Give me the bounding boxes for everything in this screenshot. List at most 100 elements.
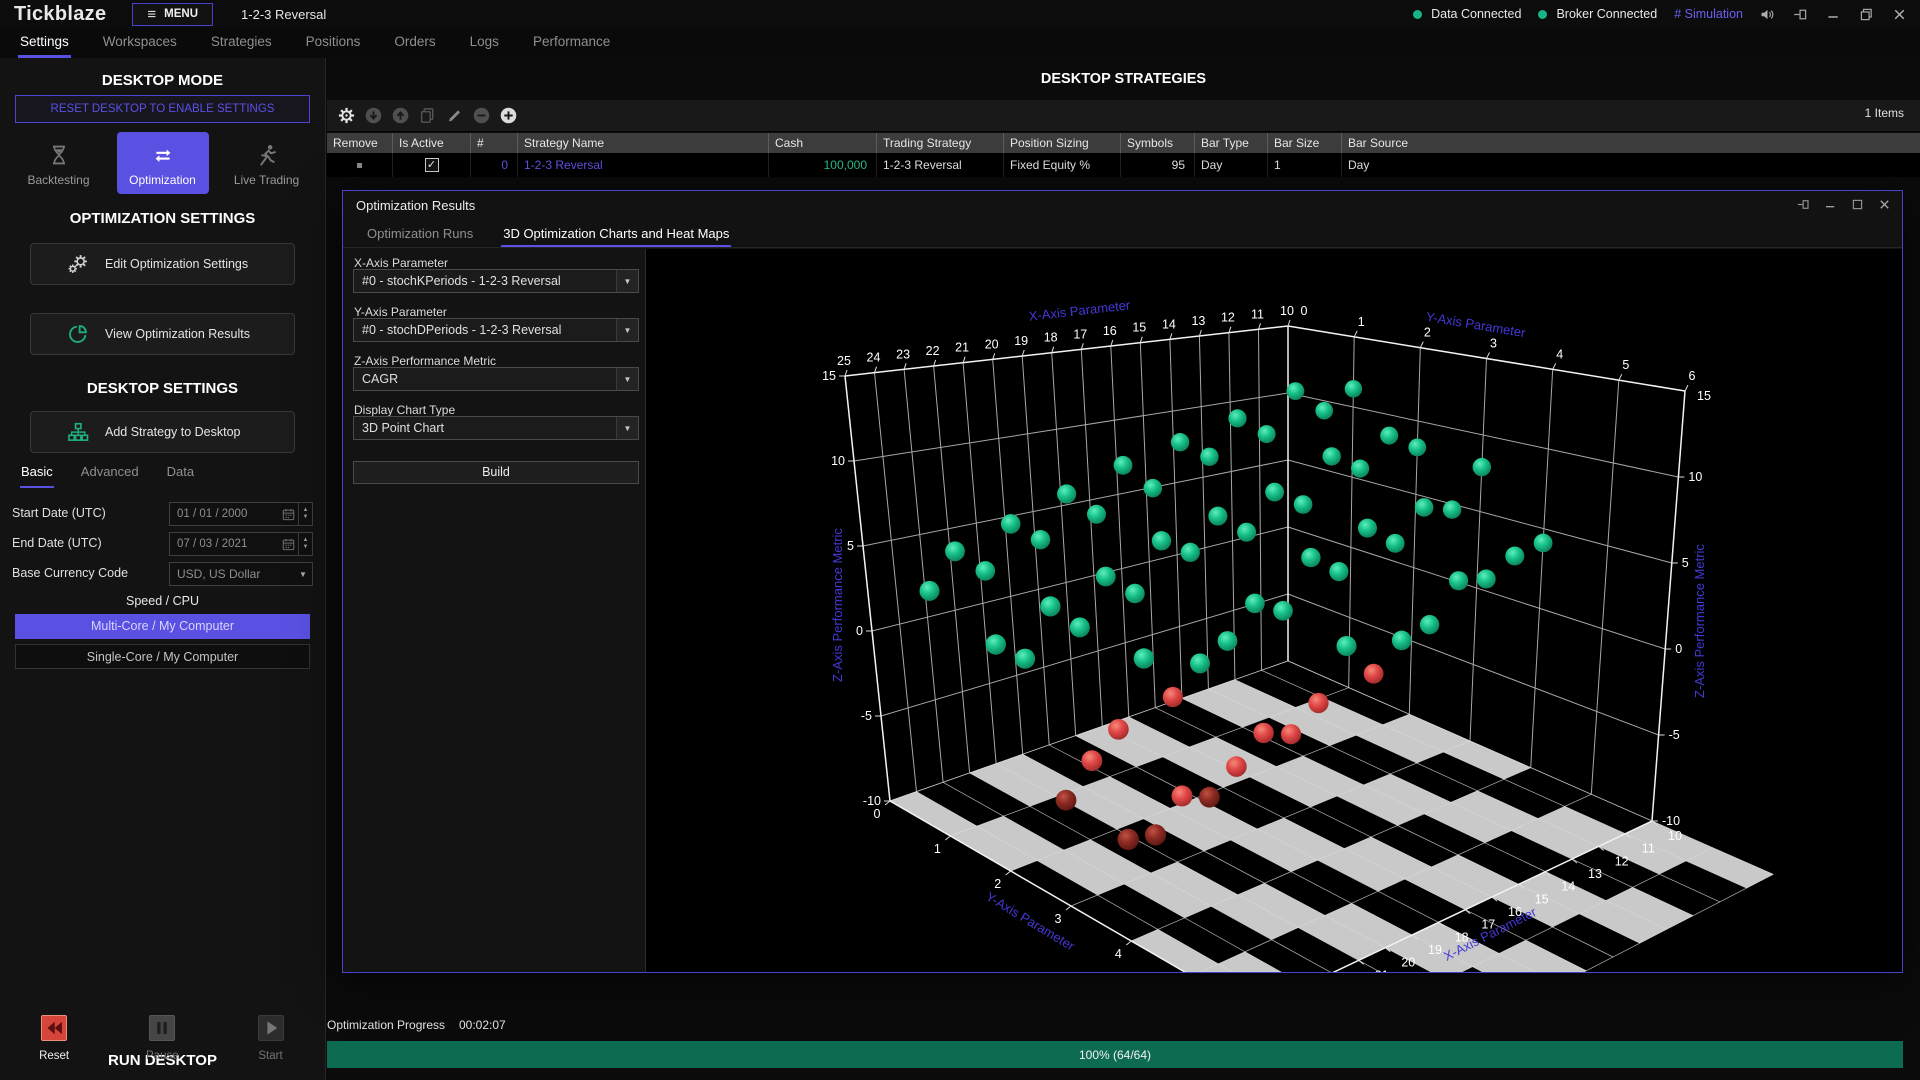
gear-icon[interactable] bbox=[337, 106, 356, 125]
close-button[interactable] bbox=[1891, 6, 1908, 23]
cell-cash: 100,000 bbox=[768, 153, 876, 177]
cell-bar-size: 1 bbox=[1267, 153, 1341, 177]
simulation-badge: # Simulation bbox=[1674, 7, 1743, 21]
svg-text:11: 11 bbox=[1642, 842, 1655, 856]
build-button[interactable]: Build bbox=[353, 461, 639, 484]
svg-text:10: 10 bbox=[1688, 470, 1702, 484]
run-control-pause[interactable]: Pause bbox=[108, 1015, 216, 1062]
dropdown-display-chart-type[interactable]: 3D Point Chart▼ bbox=[353, 416, 639, 440]
mode-live-trading[interactable]: Live Trading bbox=[221, 132, 313, 194]
spinner-control[interactable]: ▲▼ bbox=[298, 533, 312, 555]
nav-tab-orders[interactable]: Orders bbox=[392, 28, 437, 58]
column-header-bar-size[interactable]: Bar Size bbox=[1267, 133, 1341, 153]
dropdown-x-axis-parameter[interactable]: #0 - stochKPeriods - 1-2-3 Reversal▼ bbox=[353, 269, 639, 293]
date-input[interactable]: 01 / 01 / 2000▲▼ bbox=[169, 502, 313, 526]
currency-select[interactable]: USD, US Dollar▼ bbox=[169, 562, 313, 586]
svg-text:3: 3 bbox=[1490, 337, 1497, 351]
speed-option-multi-core[interactable]: Multi-Core / My Computer bbox=[15, 614, 310, 639]
settings-tab-basic[interactable]: Basic bbox=[20, 464, 54, 488]
svg-text:15: 15 bbox=[1132, 321, 1146, 335]
3d-scatter-chart[interactable]: 1011121314151617181920212223242501234561… bbox=[646, 249, 1902, 972]
calendar-icon[interactable] bbox=[281, 537, 296, 552]
column-header-strategy-name[interactable]: Strategy Name bbox=[517, 133, 768, 153]
column-header-trading-strategy[interactable]: Trading Strategy bbox=[876, 133, 1003, 153]
remove-circle-icon[interactable] bbox=[472, 106, 491, 125]
mode-optimization[interactable]: Optimization bbox=[117, 132, 209, 194]
settings-tab-advanced[interactable]: Advanced bbox=[80, 464, 140, 488]
window-maximize-icon[interactable] bbox=[1850, 197, 1865, 212]
svg-text:4: 4 bbox=[1556, 347, 1563, 361]
reset-desktop-button[interactable]: RESET DESKTOP TO ENABLE SETTINGS bbox=[15, 95, 310, 123]
strategies-table-row[interactable]: ✓01-2-3 Reversal100,0001-2-3 ReversalFix… bbox=[327, 153, 1920, 177]
nav-tab-workspaces[interactable]: Workspaces bbox=[101, 28, 179, 58]
dropdown-y-axis-parameter[interactable]: #0 - stochDPeriods - 1-2-3 Reversal▼ bbox=[353, 318, 639, 342]
nav-tab-settings[interactable]: Settings bbox=[18, 28, 71, 58]
hourglass-icon bbox=[47, 143, 71, 167]
column-header-cash[interactable]: Cash bbox=[768, 133, 876, 153]
desktop-strategies-heading: DESKTOP STRATEGIES bbox=[327, 71, 1920, 87]
form-label-2: Z-Axis Performance Metric bbox=[354, 354, 496, 368]
column-header-bar-source[interactable]: Bar Source bbox=[1341, 133, 1920, 153]
svg-text:24: 24 bbox=[867, 351, 881, 365]
nav-tab-performance[interactable]: Performance bbox=[531, 28, 612, 58]
window-pin-icon[interactable] bbox=[1796, 197, 1811, 212]
pin-icon[interactable] bbox=[1792, 6, 1809, 23]
svg-text:18: 18 bbox=[1044, 331, 1058, 345]
run-control-start[interactable]: Start bbox=[216, 1015, 324, 1062]
chevron-down-icon: ▼ bbox=[616, 417, 638, 439]
svg-text:20: 20 bbox=[985, 337, 999, 351]
upload-icon[interactable] bbox=[391, 106, 410, 125]
svg-text:-5: -5 bbox=[1669, 728, 1680, 742]
svg-text:0: 0 bbox=[856, 624, 863, 638]
column-header-remove[interactable]: Remove bbox=[327, 133, 392, 153]
date-input[interactable]: 07 / 03 / 2021▲▼ bbox=[169, 532, 313, 556]
nav-tab-logs[interactable]: Logs bbox=[468, 28, 501, 58]
svg-text:5: 5 bbox=[847, 539, 854, 553]
column-header-is-active[interactable]: Is Active bbox=[392, 133, 470, 153]
menu-button[interactable]: ≡ MENU bbox=[132, 3, 213, 26]
pencil-icon[interactable] bbox=[445, 106, 464, 125]
optimization-window-tabs: Optimization Runs 3D Optimization Charts … bbox=[343, 222, 1902, 248]
is-active-checkbox[interactable]: ✓ bbox=[425, 158, 439, 172]
svg-text:16: 16 bbox=[1103, 324, 1117, 338]
run-control-reset[interactable]: Reset bbox=[0, 1015, 108, 1062]
minimize-button[interactable] bbox=[1825, 6, 1842, 23]
spinner-control[interactable]: ▲▼ bbox=[298, 503, 312, 525]
svg-text:3: 3 bbox=[1055, 912, 1062, 926]
column-header-position-sizing[interactable]: Position Sizing bbox=[1003, 133, 1120, 153]
svg-text:0: 0 bbox=[1675, 642, 1682, 656]
edit-optimization-settings-button[interactable]: Edit Optimization Settings bbox=[30, 243, 295, 285]
settings-tab-data[interactable]: Data bbox=[166, 464, 195, 488]
nav-tab-positions[interactable]: Positions bbox=[304, 28, 363, 58]
items-count: 1 Items bbox=[1865, 106, 1904, 120]
opt-tab-3d-optimization-charts-and-heat-maps[interactable]: 3D Optimization Charts and Heat Maps bbox=[501, 222, 731, 247]
column-header-#[interactable]: # bbox=[470, 133, 517, 153]
chevron-down-icon: ▼ bbox=[294, 563, 312, 585]
view-optimization-results-button[interactable]: View Optimization Results bbox=[30, 313, 295, 355]
dropdown-z-axis-performance-metric[interactable]: CAGR▼ bbox=[353, 367, 639, 391]
window-close-icon[interactable] bbox=[1877, 197, 1892, 212]
add-circle-icon[interactable] bbox=[499, 106, 518, 125]
restore-button[interactable] bbox=[1858, 6, 1875, 23]
desktop-mode-switch: BacktestingOptimizationLive Trading bbox=[0, 132, 325, 194]
mode-backtesting[interactable]: Backtesting bbox=[13, 132, 105, 194]
svg-text:10: 10 bbox=[831, 454, 845, 468]
svg-text:15: 15 bbox=[822, 369, 836, 383]
chevron-down-icon: ▼ bbox=[616, 368, 638, 390]
download-icon[interactable] bbox=[364, 106, 383, 125]
optimization-progress-bar: 100% (64/64) bbox=[327, 1041, 1903, 1068]
nav-tab-strategies[interactable]: Strategies bbox=[209, 28, 274, 58]
broker-connected-label: Broker Connected bbox=[1556, 7, 1657, 21]
speed-cpu-heading: Speed / CPU bbox=[0, 594, 325, 608]
calendar-icon[interactable] bbox=[281, 507, 296, 522]
copy-icon[interactable] bbox=[418, 106, 437, 125]
add-strategy-button[interactable]: Add Strategy to Desktop bbox=[30, 411, 295, 453]
speaker-icon[interactable] bbox=[1759, 6, 1776, 23]
speed-option-single-core[interactable]: Single-Core / My Computer bbox=[15, 644, 310, 669]
opt-tab-optimization-runs[interactable]: Optimization Runs bbox=[365, 222, 475, 247]
column-header-symbols[interactable]: Symbols bbox=[1120, 133, 1194, 153]
column-header-bar-type[interactable]: Bar Type bbox=[1194, 133, 1267, 153]
window-minimize-icon[interactable] bbox=[1823, 197, 1838, 212]
remove-row-button[interactable] bbox=[357, 163, 362, 168]
svg-text:4: 4 bbox=[1115, 947, 1122, 961]
